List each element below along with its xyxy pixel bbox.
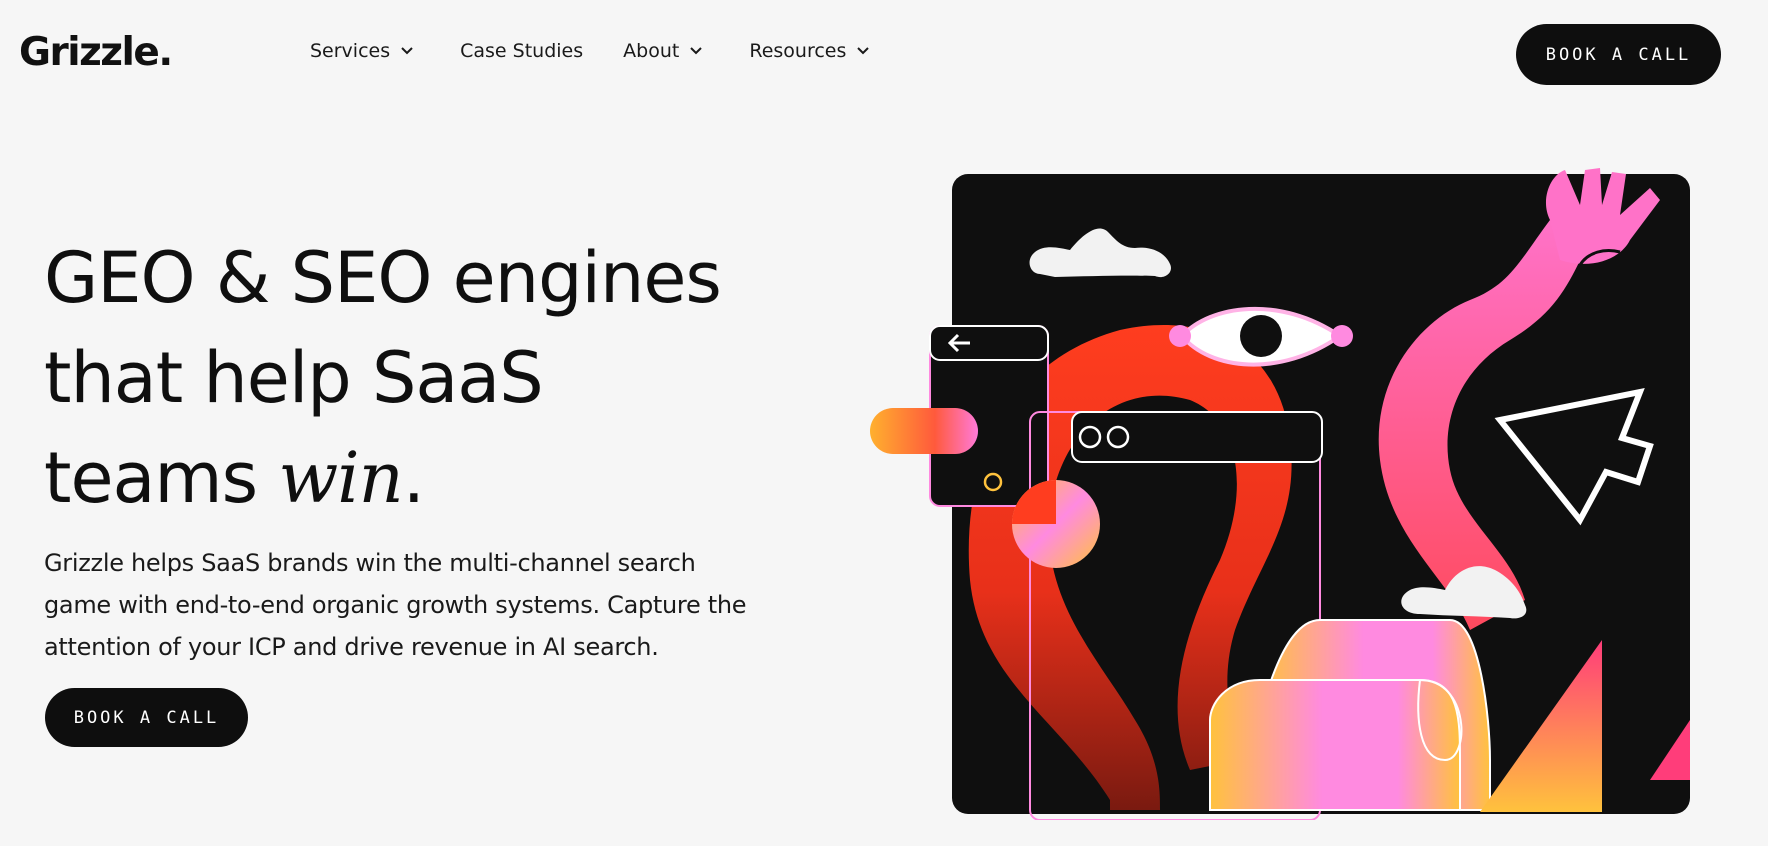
nav-links: Services Case Studies About Resources	[310, 40, 870, 62]
hero-title-suffix: .	[402, 437, 425, 519]
nav-item-label: About	[623, 40, 680, 62]
top-navigation: Grizzle. Services Case Studies About Res…	[0, 0, 1768, 108]
hero-illustration	[860, 160, 1728, 820]
nav-item-case-studies[interactable]: Case Studies	[460, 40, 583, 62]
gradient-circle-shape	[1012, 480, 1100, 568]
hero-title-emphasis: win	[278, 437, 403, 519]
hero-title-line-3-prefix: teams	[44, 437, 279, 519]
logo[interactable]: Grizzle.	[19, 30, 173, 75]
nav-item-services[interactable]: Services	[310, 40, 414, 62]
hero-title-line-1: GEO & SEO engines	[44, 237, 722, 319]
nav-item-label: Services	[310, 40, 391, 62]
nav-item-about[interactable]: About	[623, 40, 703, 62]
hero-description: Grizzle helps SaaS brands win the multi-…	[44, 549, 747, 661]
chevron-down-icon	[856, 46, 870, 56]
hero-title: GEO & SEO engines that help SaaS teams w…	[44, 228, 804, 528]
hero-title-line-2: that help SaaS	[44, 337, 544, 419]
chevron-down-icon	[689, 46, 703, 56]
nav-item-label: Resources	[749, 40, 847, 62]
nav-item-resources[interactable]: Resources	[749, 40, 870, 62]
nav-item-label: Case Studies	[460, 40, 584, 62]
hero-book-a-call-button[interactable]: BOOK A CALL	[45, 688, 248, 747]
book-a-call-button[interactable]: BOOK A CALL	[1516, 24, 1721, 85]
gradient-pill-shape	[870, 408, 978, 454]
chevron-down-icon	[400, 46, 414, 56]
